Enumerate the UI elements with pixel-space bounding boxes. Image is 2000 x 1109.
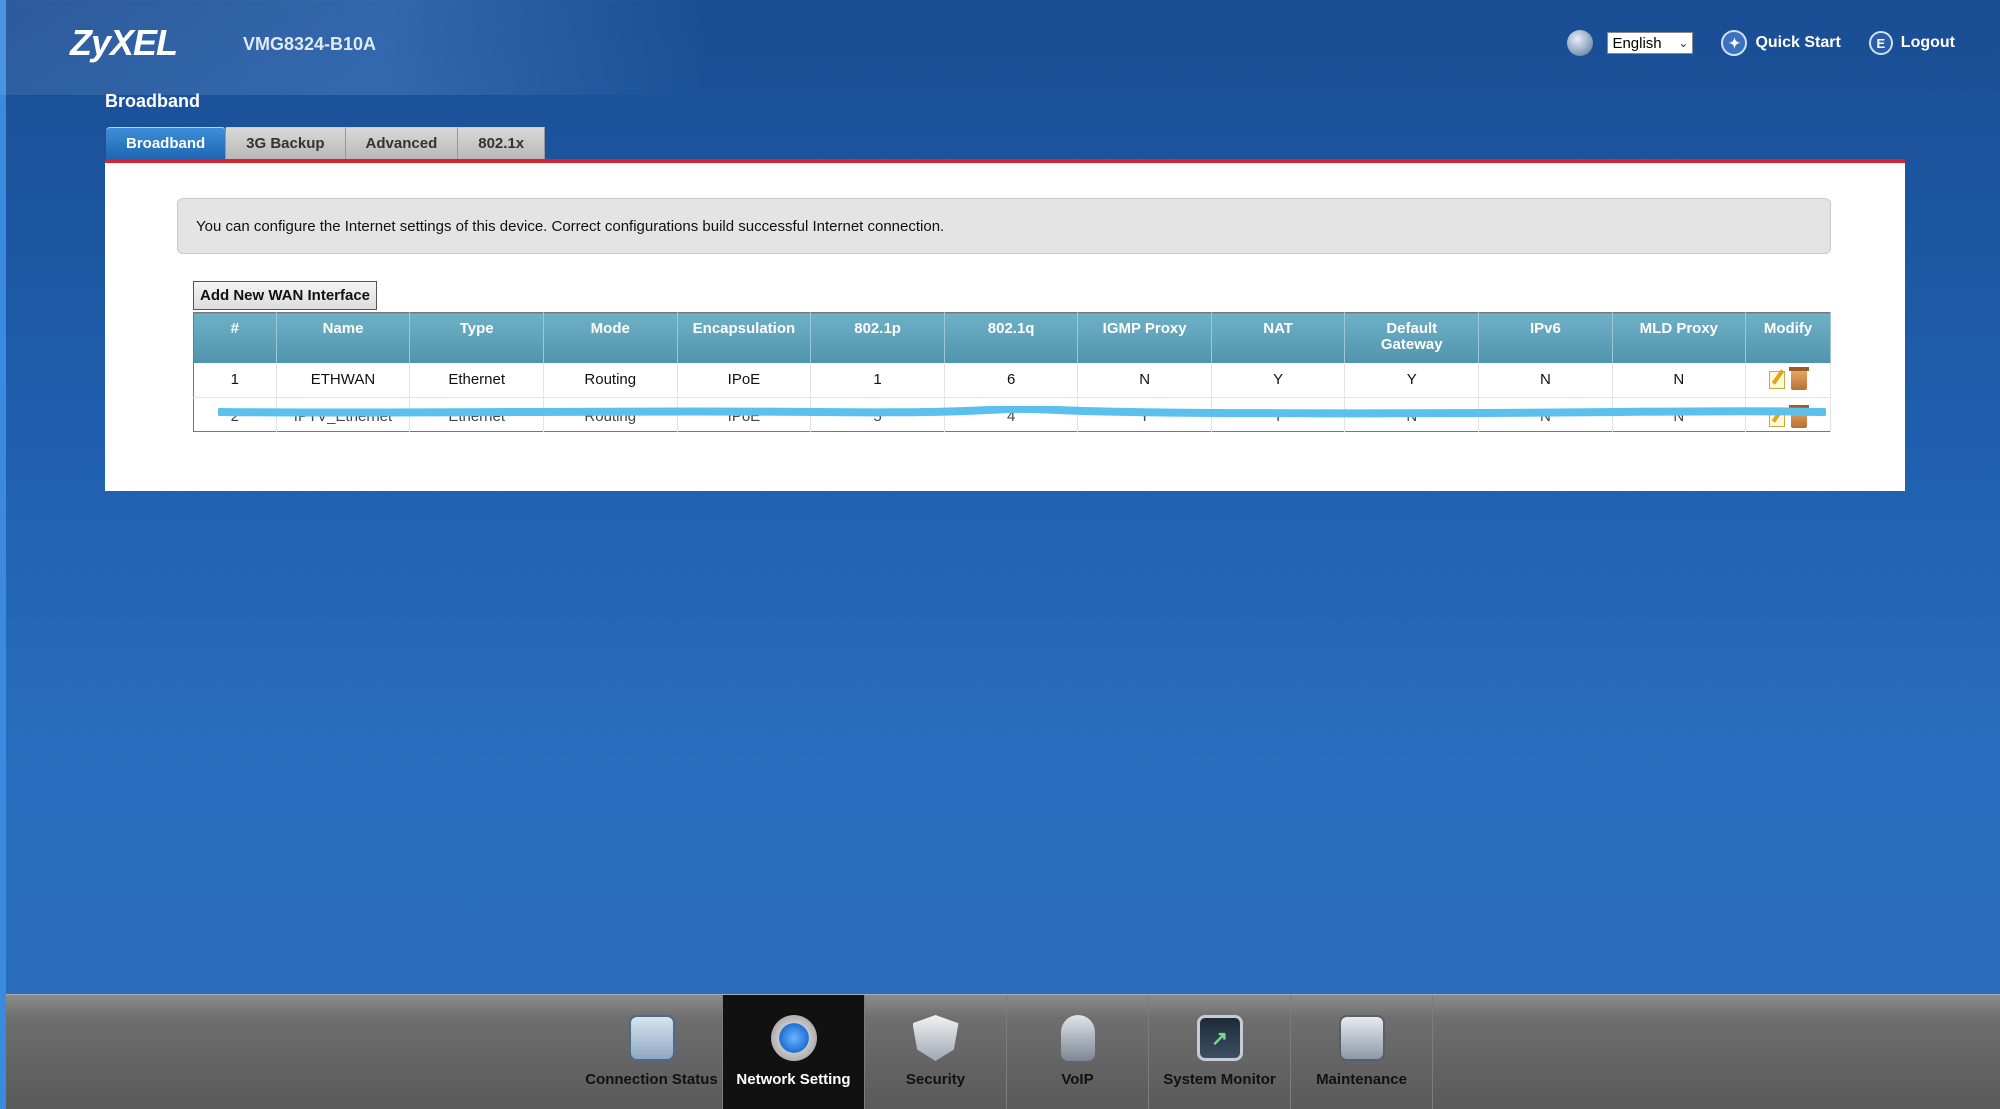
logout-label: Logout	[1900, 34, 1955, 51]
quick-start-label: Quick Start	[1755, 34, 1841, 51]
bottom-nav: Connection Status Network Setting Securi…	[581, 995, 1433, 1109]
phone-icon	[1060, 1015, 1095, 1061]
model-name: VMG8324-B10A	[243, 34, 377, 54]
nav-network-setting[interactable]: Network Setting	[723, 995, 865, 1109]
delete-icon[interactable]	[1789, 366, 1810, 390]
left-edge-strip	[0, 0, 6, 1109]
cell-type: Ethernet	[409, 362, 544, 398]
shield-icon	[912, 1015, 959, 1061]
tab-bar: Broadband 3G Backup Advanced 802.1x	[106, 127, 546, 159]
page-title: Broadband	[105, 91, 201, 111]
col-header-mld-proxy: MLD Proxy	[1612, 312, 1747, 363]
logout-link[interactable]: E Logout	[1868, 31, 1955, 55]
globe-icon	[1567, 30, 1594, 56]
nav-label: System Monitor	[1163, 1071, 1276, 1088]
table-row: 1 ETHWAN Ethernet Routing IPoE 1 6 N Y Y…	[193, 362, 1831, 398]
cell-nat: Y	[1211, 362, 1346, 398]
chevron-down-icon: ⌄	[1678, 36, 1689, 50]
nav-maintenance[interactable]: Maintenance	[1291, 995, 1433, 1109]
language-select[interactable]: English ⌄	[1607, 32, 1694, 54]
cell-ipv6: N	[1478, 362, 1613, 398]
bottom-nav-bar: Connection Status Network Setting Securi…	[6, 994, 2000, 1109]
cell-8021q: 6	[944, 362, 1079, 398]
cell-encapsulation: IPoE	[677, 362, 812, 398]
nav-security[interactable]: Security	[865, 995, 1007, 1109]
nav-label: Network Setting	[736, 1071, 851, 1088]
col-header-igmp-proxy: IGMP Proxy	[1077, 312, 1212, 363]
col-header-8021q: 802.1q	[944, 312, 1079, 363]
nav-voip[interactable]: VoIP	[1007, 995, 1149, 1109]
cell-8021p: 1	[810, 362, 945, 398]
tab-advanced[interactable]: Advanced	[345, 127, 459, 159]
col-header-mode: Mode	[543, 312, 678, 363]
table-header-row: # Name Type Mode Encapsulation 802.1p 80…	[193, 312, 1831, 363]
col-header-ipv6: IPv6	[1478, 312, 1613, 363]
edit-icon[interactable]	[1769, 370, 1786, 389]
tab-8021x[interactable]: 802.1x	[458, 127, 546, 159]
tab-broadband[interactable]: Broadband	[106, 127, 227, 159]
cell-default-gateway: Y	[1344, 362, 1480, 398]
nav-label: Connection Status	[585, 1071, 718, 1088]
nav-label: Maintenance	[1316, 1071, 1407, 1088]
chart-icon: ↗	[1196, 1015, 1243, 1061]
tab-3g-backup[interactable]: 3G Backup	[226, 127, 346, 159]
col-header-encapsulation: Encapsulation	[677, 312, 812, 363]
nav-connection-status[interactable]: Connection Status	[581, 995, 723, 1109]
wizard-icon: ✦	[1721, 30, 1748, 56]
cell-index: 1	[193, 362, 277, 398]
cell-modify	[1745, 362, 1831, 398]
col-header-index: #	[193, 312, 277, 363]
col-header-modify: Modify	[1745, 312, 1831, 363]
cell-mode: Routing	[543, 362, 678, 398]
redaction-scribble	[218, 406, 1826, 418]
header-tools: English ⌄ ✦ Quick Start E Logout	[1567, 30, 1955, 56]
col-header-nat: NAT	[1211, 312, 1346, 363]
nav-label: Security	[905, 1071, 966, 1088]
info-notice: You can configure the Internet settings …	[177, 198, 1831, 254]
zyxel-logo: ZyXEL	[70, 22, 178, 63]
nav-system-monitor[interactable]: ↗ System Monitor	[1149, 995, 1291, 1109]
col-header-default-gateway: Default Gateway	[1344, 312, 1480, 363]
content-panel: You can configure the Internet settings …	[105, 159, 1905, 491]
tools-icon	[1338, 1015, 1385, 1061]
language-value: English	[1612, 34, 1662, 52]
cell-name: ETHWAN	[276, 362, 411, 398]
cell-igmp-proxy: N	[1077, 362, 1212, 398]
logout-icon: E	[1868, 31, 1893, 55]
add-wan-interface-button[interactable]: Add New WAN Interface	[193, 281, 378, 310]
col-header-name: Name	[276, 312, 411, 363]
quick-start-link[interactable]: ✦ Quick Start	[1721, 30, 1841, 56]
col-header-8021p: 802.1p	[810, 312, 945, 363]
col-header-type: Type	[409, 312, 544, 363]
gear-icon	[770, 1015, 817, 1061]
cell-mld-proxy: N	[1612, 362, 1747, 398]
monitor-icon	[628, 1015, 675, 1061]
nav-label: VoIP	[1061, 1071, 1094, 1088]
